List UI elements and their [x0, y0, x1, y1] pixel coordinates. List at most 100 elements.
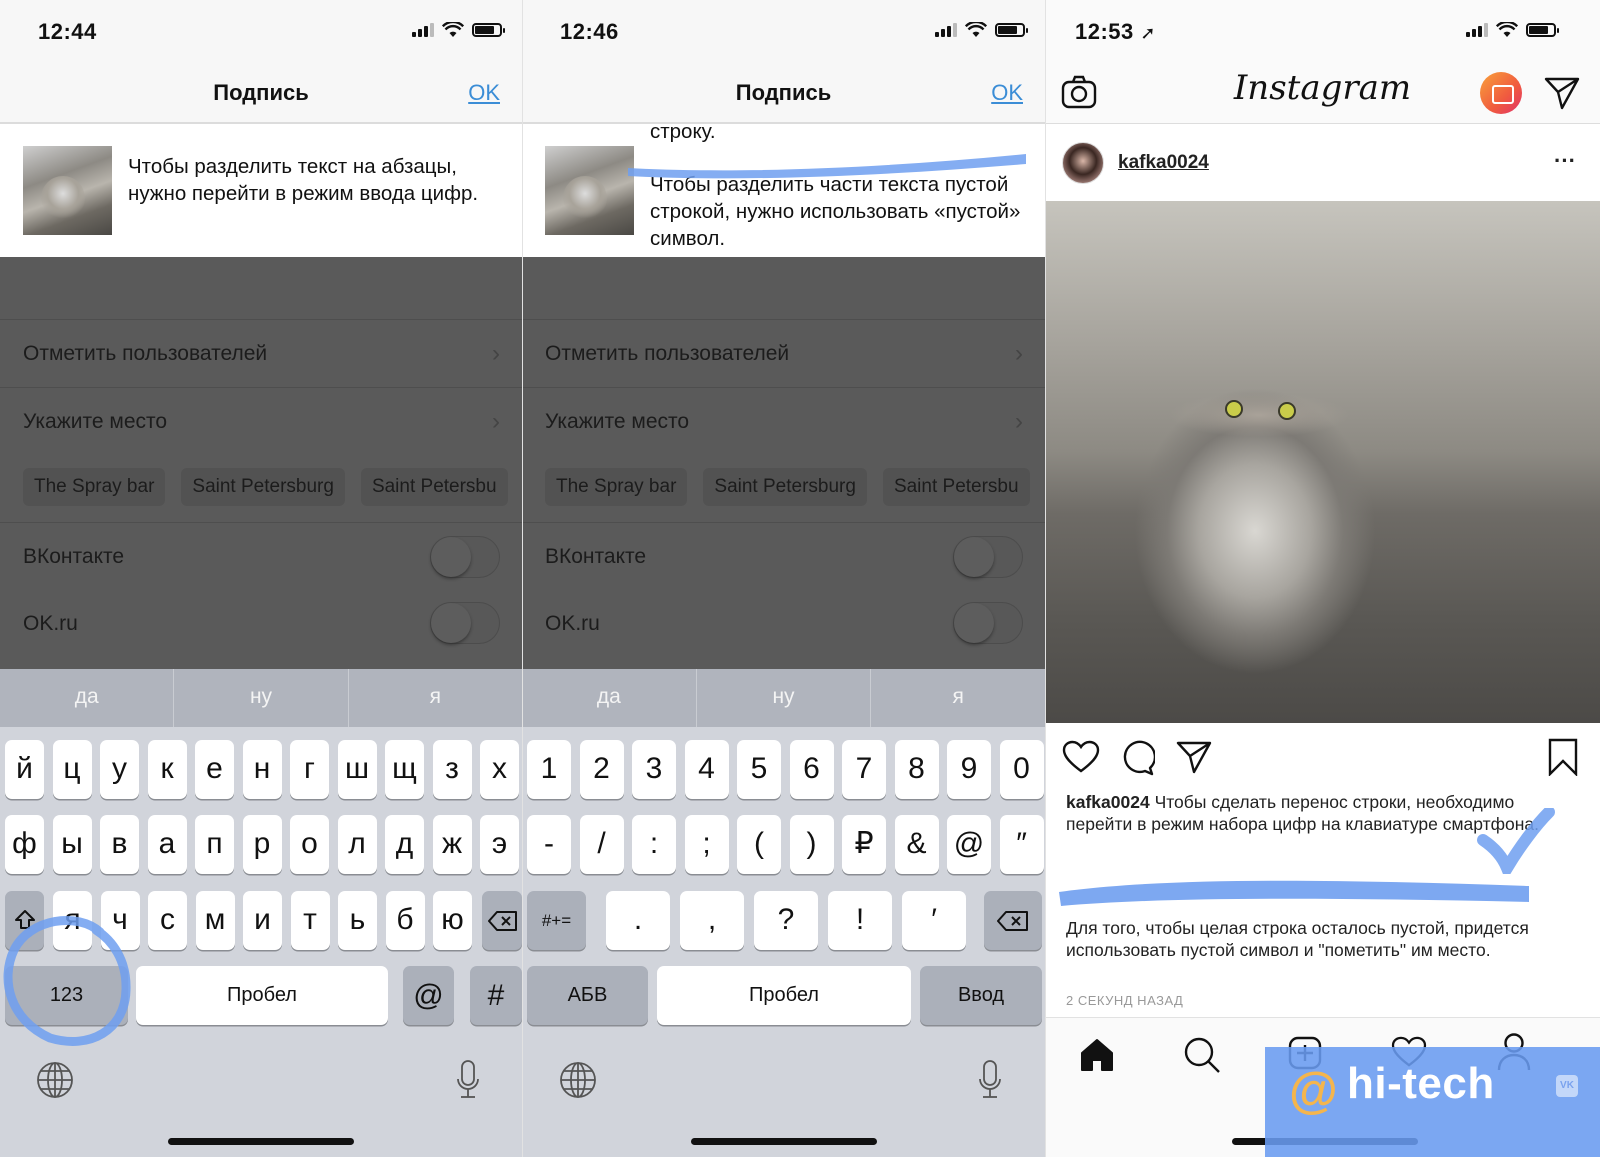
avatar[interactable] — [1062, 142, 1104, 184]
key[interactable]: 6 — [789, 740, 834, 799]
key[interactable]: 3 — [632, 740, 676, 799]
key[interactable]: 7 — [842, 740, 886, 799]
key[interactable]: - — [527, 815, 571, 874]
symbols-key[interactable]: #+= — [527, 891, 586, 950]
suggestion[interactable]: да — [0, 669, 175, 727]
letters-key[interactable]: АБВ — [527, 966, 648, 1025]
globe-icon[interactable] — [559, 1061, 597, 1099]
location-chip[interactable]: The Spray bar — [545, 468, 688, 506]
tag-users-row[interactable]: Отметить пользователей › — [0, 319, 522, 387]
key[interactable]: : — [632, 815, 676, 874]
share-icon[interactable] — [1176, 740, 1212, 774]
key[interactable]: щ — [385, 740, 424, 799]
key[interactable]: м — [195, 891, 235, 950]
key[interactable]: ? — [754, 891, 818, 950]
key[interactable]: . — [606, 891, 670, 950]
like-heart-icon[interactable] — [1062, 740, 1100, 774]
key[interactable]: 4 — [684, 740, 729, 799]
key[interactable]: в — [100, 815, 139, 874]
key[interactable]: ( — [737, 815, 781, 874]
ok-button[interactable]: OK — [991, 80, 1023, 106]
suggestion[interactable]: я — [349, 669, 522, 727]
location-chip[interactable]: Saint Petersburg — [703, 468, 867, 506]
key[interactable]: 2 — [579, 740, 624, 799]
location-chip[interactable]: Saint Petersburg — [181, 468, 345, 506]
key[interactable]: & — [894, 815, 939, 874]
key[interactable]: й — [5, 740, 44, 799]
space-key[interactable]: Пробел — [657, 966, 911, 1025]
hash-key[interactable]: # — [470, 966, 522, 1025]
location-row[interactable]: Укажите место › — [0, 387, 522, 455]
key[interactable]: 5 — [737, 740, 781, 799]
key[interactable]: 8 — [894, 740, 939, 799]
location-chip[interactable]: Saint Petersbu — [360, 468, 508, 506]
location-row[interactable]: Укажите место › — [522, 387, 1045, 455]
caption-input[interactable]: Чтобы разделить части текста пустой стро… — [650, 171, 1025, 252]
key[interactable]: @ — [947, 815, 991, 874]
key[interactable]: ы — [52, 815, 92, 874]
tag-users-row[interactable]: Отметить пользователей › — [522, 319, 1045, 387]
key[interactable]: д — [385, 815, 424, 874]
key[interactable]: е — [195, 740, 234, 799]
key[interactable]: ю — [433, 891, 472, 950]
key[interactable]: ф — [5, 815, 44, 874]
key[interactable]: ₽ — [842, 815, 886, 874]
key[interactable]: у — [100, 740, 139, 799]
location-chip[interactable]: The Spray bar — [23, 468, 166, 506]
key[interactable]: о — [290, 815, 329, 874]
key[interactable]: ш — [337, 740, 377, 799]
more-options-icon[interactable]: ··· — [1554, 148, 1576, 174]
key[interactable]: ь — [338, 891, 377, 950]
numbers-key[interactable]: 123 — [5, 966, 128, 1025]
key[interactable]: р — [242, 815, 282, 874]
key[interactable]: а — [147, 815, 187, 874]
share-vk-toggle[interactable] — [430, 536, 500, 578]
post-photo[interactable] — [1045, 201, 1600, 723]
globe-icon[interactable] — [36, 1061, 74, 1099]
backspace-key[interactable] — [984, 891, 1042, 950]
key[interactable]: н — [242, 740, 282, 799]
ok-button[interactable]: OK — [468, 80, 500, 106]
key[interactable]: б — [385, 891, 425, 950]
share-vk-toggle[interactable] — [953, 536, 1023, 578]
space-key[interactable]: Пробел — [136, 966, 388, 1025]
key[interactable]: х — [480, 740, 519, 799]
location-chip[interactable]: Saint Petersbu — [882, 468, 1030, 506]
key[interactable]: ч — [100, 891, 140, 950]
share-ok-toggle[interactable] — [953, 602, 1023, 644]
igtv-icon[interactable] — [1480, 72, 1522, 114]
home-icon[interactable] — [1080, 1038, 1114, 1072]
post-username[interactable]: kafka0024 — [1118, 152, 1209, 174]
suggestion[interactable]: я — [871, 669, 1045, 727]
key[interactable]: ; — [684, 815, 729, 874]
key[interactable]: ж — [432, 815, 472, 874]
key[interactable]: г — [290, 740, 329, 799]
at-key[interactable]: @ — [403, 966, 454, 1025]
return-key[interactable]: Ввод — [920, 966, 1042, 1025]
key[interactable]: э — [480, 815, 519, 874]
comment-icon[interactable] — [1119, 740, 1155, 776]
key[interactable]: л — [337, 815, 377, 874]
suggestion[interactable]: ну — [697, 669, 872, 727]
share-ok-toggle[interactable] — [430, 602, 500, 644]
key[interactable]: я — [53, 891, 92, 950]
key[interactable]: ) — [789, 815, 834, 874]
key[interactable]: т — [290, 891, 330, 950]
suggestion[interactable]: да — [522, 669, 697, 727]
key[interactable]: 0 — [999, 740, 1044, 799]
key[interactable]: 9 — [947, 740, 991, 799]
caption-input[interactable]: Чтобы разделить текст на абзацы, нужно п… — [128, 153, 502, 207]
microphone-icon[interactable] — [978, 1059, 1002, 1101]
key[interactable]: с — [148, 891, 187, 950]
caption-username[interactable]: kafka0024 — [1066, 792, 1150, 812]
key[interactable]: ц — [52, 740, 92, 799]
search-icon[interactable] — [1183, 1036, 1221, 1074]
key[interactable]: 1 — [527, 740, 571, 799]
backspace-key[interactable] — [482, 891, 522, 950]
key[interactable]: ″ — [999, 815, 1044, 874]
key[interactable]: з — [432, 740, 472, 799]
suggestion[interactable]: ну — [174, 669, 349, 727]
direct-message-icon[interactable] — [1544, 76, 1580, 110]
caption-input-prev-line[interactable]: строку. — [650, 118, 1025, 145]
shift-key[interactable] — [5, 891, 44, 950]
